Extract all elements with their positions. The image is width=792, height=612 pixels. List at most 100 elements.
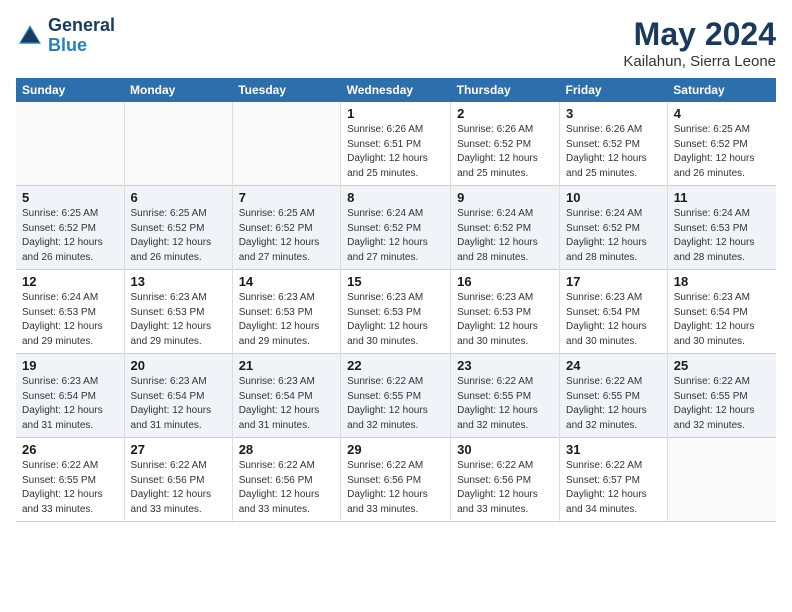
day-number: 19	[22, 358, 118, 373]
day-info: Sunrise: 6:23 AMSunset: 6:54 PMDaylight:…	[22, 375, 118, 433]
day-number: 29	[347, 442, 444, 457]
calendar-cell: 30 Sunrise: 6:22 AMSunset: 6:56 PMDayligh…	[451, 438, 560, 522]
calendar-cell: 18 Sunrise: 6:23 AMSunset: 6:54 PMDayligh…	[667, 270, 776, 354]
day-info: Sunrise: 6:22 AMSunset: 6:55 PMDaylight:…	[22, 459, 118, 517]
day-number: 26	[22, 442, 118, 457]
calendar-cell: 1Sunrise: 6:26 AMSunset: 6:51 PMDaylight…	[341, 102, 451, 186]
calendar-cell: 27 Sunrise: 6:22 AMSunset: 6:56 PMDayligh…	[124, 438, 232, 522]
day-info: Sunrise: 6:26 AMSunset: 6:51 PMDaylight:…	[347, 123, 444, 181]
day-info: Sunrise: 6:23 AMSunset: 6:53 PMDaylight:…	[239, 291, 334, 349]
calendar-cell	[16, 102, 124, 186]
calendar-cell: 17Sunrise: 6:23 AMSunset: 6:54 PMDayligh…	[560, 270, 668, 354]
calendar-cell: 15 Sunrise: 6:23 AMSunset: 6:53 PMDayligh…	[341, 270, 451, 354]
day-info: Sunrise: 6:25 AMSunset: 6:52 PMDaylight:…	[674, 123, 770, 181]
calendar-cell: 24Sunrise: 6:22 AMSunset: 6:55 PMDayligh…	[560, 354, 668, 438]
day-number: 27	[131, 442, 226, 457]
calendar-cell: 22 Sunrise: 6:22 AMSunset: 6:55 PMDayligh…	[341, 354, 451, 438]
day-info: Sunrise: 6:24 AMSunset: 6:52 PMDaylight:…	[347, 207, 444, 265]
month-title: May 2024	[623, 16, 776, 53]
calendar-cell: 19 Sunrise: 6:23 AMSunset: 6:54 PMDayligh…	[16, 354, 124, 438]
week-row-4: 19 Sunrise: 6:23 AMSunset: 6:54 PMDayligh…	[16, 354, 776, 438]
week-row-2: 5 Sunrise: 6:25 AMSunset: 6:52 PMDaylight…	[16, 186, 776, 270]
day-info: Sunrise: 6:25 AMSunset: 6:52 PMDaylight:…	[22, 207, 118, 265]
day-number: 31	[566, 442, 661, 457]
day-info: Sunrise: 6:26 AMSunset: 6:52 PMDaylight:…	[457, 123, 553, 181]
weekday-header-row: SundayMondayTuesdayWednesdayThursdayFrid…	[16, 78, 776, 102]
calendar-cell: 11Sunrise: 6:24 AMSunset: 6:53 PMDayligh…	[667, 186, 776, 270]
day-number: 20	[131, 358, 226, 373]
calendar-cell: 23Sunrise: 6:22 AMSunset: 6:55 PMDayligh…	[451, 354, 560, 438]
day-number: 24	[566, 358, 661, 373]
day-info: Sunrise: 6:22 AMSunset: 6:55 PMDaylight:…	[347, 375, 444, 433]
calendar-cell: 26 Sunrise: 6:22 AMSunset: 6:55 PMDayligh…	[16, 438, 124, 522]
day-info: Sunrise: 6:23 AMSunset: 6:53 PMDaylight:…	[347, 291, 444, 349]
calendar-cell	[667, 438, 776, 522]
day-info: Sunrise: 6:24 AMSunset: 6:52 PMDaylight:…	[566, 207, 661, 265]
calendar-table: SundayMondayTuesdayWednesdayThursdayFrid…	[16, 78, 776, 522]
day-info: Sunrise: 6:24 AMSunset: 6:53 PMDaylight:…	[22, 291, 118, 349]
calendar-cell: 28 Sunrise: 6:22 AMSunset: 6:56 PMDayligh…	[232, 438, 340, 522]
day-info: Sunrise: 6:25 AMSunset: 6:52 PMDaylight:…	[131, 207, 226, 265]
day-number: 14	[239, 274, 334, 289]
day-info: Sunrise: 6:22 AMSunset: 6:56 PMDaylight:…	[457, 459, 553, 517]
day-number: 25	[674, 358, 770, 373]
day-number: 11	[674, 190, 770, 205]
weekday-header-saturday: Saturday	[667, 78, 776, 102]
day-number: 6	[131, 190, 226, 205]
day-number: 21	[239, 358, 334, 373]
day-number: 16	[457, 274, 553, 289]
calendar-cell: 20 Sunrise: 6:23 AMSunset: 6:54 PMDayligh…	[124, 354, 232, 438]
location-title: Kailahun, Sierra Leone	[623, 53, 776, 70]
day-info: Sunrise: 6:25 AMSunset: 6:52 PMDaylight:…	[239, 207, 334, 265]
week-row-5: 26 Sunrise: 6:22 AMSunset: 6:55 PMDayligh…	[16, 438, 776, 522]
calendar-cell: 3 Sunrise: 6:26 AMSunset: 6:52 PMDaylight…	[560, 102, 668, 186]
title-block: May 2024 Kailahun, Sierra Leone	[623, 16, 776, 70]
calendar-cell: 5 Sunrise: 6:25 AMSunset: 6:52 PMDaylight…	[16, 186, 124, 270]
week-row-3: 12Sunrise: 6:24 AMSunset: 6:53 PMDayligh…	[16, 270, 776, 354]
weekday-header-monday: Monday	[124, 78, 232, 102]
weekday-header-tuesday: Tuesday	[232, 78, 340, 102]
day-info: Sunrise: 6:22 AMSunset: 6:55 PMDaylight:…	[674, 375, 770, 433]
calendar-cell: 12Sunrise: 6:24 AMSunset: 6:53 PMDayligh…	[16, 270, 124, 354]
day-info: Sunrise: 6:23 AMSunset: 6:54 PMDaylight:…	[566, 291, 661, 349]
calendar-cell: 6 Sunrise: 6:25 AMSunset: 6:52 PMDaylight…	[124, 186, 232, 270]
calendar-cell: 8 Sunrise: 6:24 AMSunset: 6:52 PMDaylight…	[341, 186, 451, 270]
day-number: 13	[131, 274, 226, 289]
day-number: 7	[239, 190, 334, 205]
day-info: Sunrise: 6:22 AMSunset: 6:57 PMDaylight:…	[566, 459, 661, 517]
weekday-header-friday: Friday	[560, 78, 668, 102]
calendar-cell	[124, 102, 232, 186]
day-number: 30	[457, 442, 553, 457]
day-info: Sunrise: 6:26 AMSunset: 6:52 PMDaylight:…	[566, 123, 661, 181]
page-header: General Blue May 2024 Kailahun, Sierra L…	[16, 16, 776, 70]
day-number: 28	[239, 442, 334, 457]
day-number: 18	[674, 274, 770, 289]
day-info: Sunrise: 6:22 AMSunset: 6:56 PMDaylight:…	[347, 459, 444, 517]
calendar-cell: 25 Sunrise: 6:22 AMSunset: 6:55 PMDayligh…	[667, 354, 776, 438]
calendar-cell: 31 Sunrise: 6:22 AMSunset: 6:57 PMDayligh…	[560, 438, 668, 522]
day-number: 15	[347, 274, 444, 289]
calendar-cell: 9Sunrise: 6:24 AMSunset: 6:52 PMDaylight…	[451, 186, 560, 270]
day-number: 3	[566, 106, 661, 121]
calendar-cell: 7 Sunrise: 6:25 AMSunset: 6:52 PMDaylight…	[232, 186, 340, 270]
weekday-header-thursday: Thursday	[451, 78, 560, 102]
calendar-cell: 29 Sunrise: 6:22 AMSunset: 6:56 PMDayligh…	[341, 438, 451, 522]
day-number: 5	[22, 190, 118, 205]
day-number: 8	[347, 190, 444, 205]
day-info: Sunrise: 6:22 AMSunset: 6:56 PMDaylight:…	[131, 459, 226, 517]
calendar-cell	[232, 102, 340, 186]
logo-text: General Blue	[48, 16, 115, 56]
day-info: Sunrise: 6:22 AMSunset: 6:56 PMDaylight:…	[239, 459, 334, 517]
day-info: Sunrise: 6:23 AMSunset: 6:54 PMDaylight:…	[239, 375, 334, 433]
day-info: Sunrise: 6:23 AMSunset: 6:54 PMDaylight:…	[674, 291, 770, 349]
day-info: Sunrise: 6:23 AMSunset: 6:53 PMDaylight:…	[131, 291, 226, 349]
day-info: Sunrise: 6:22 AMSunset: 6:55 PMDaylight:…	[457, 375, 553, 433]
day-number: 22	[347, 358, 444, 373]
day-info: Sunrise: 6:23 AMSunset: 6:54 PMDaylight:…	[131, 375, 226, 433]
week-row-1: 1Sunrise: 6:26 AMSunset: 6:51 PMDaylight…	[16, 102, 776, 186]
day-number: 10	[566, 190, 661, 205]
day-info: Sunrise: 6:23 AMSunset: 6:53 PMDaylight:…	[457, 291, 553, 349]
day-number: 4	[674, 106, 770, 121]
calendar-cell: 10 Sunrise: 6:24 AMSunset: 6:52 PMDayligh…	[560, 186, 668, 270]
day-number: 9	[457, 190, 553, 205]
